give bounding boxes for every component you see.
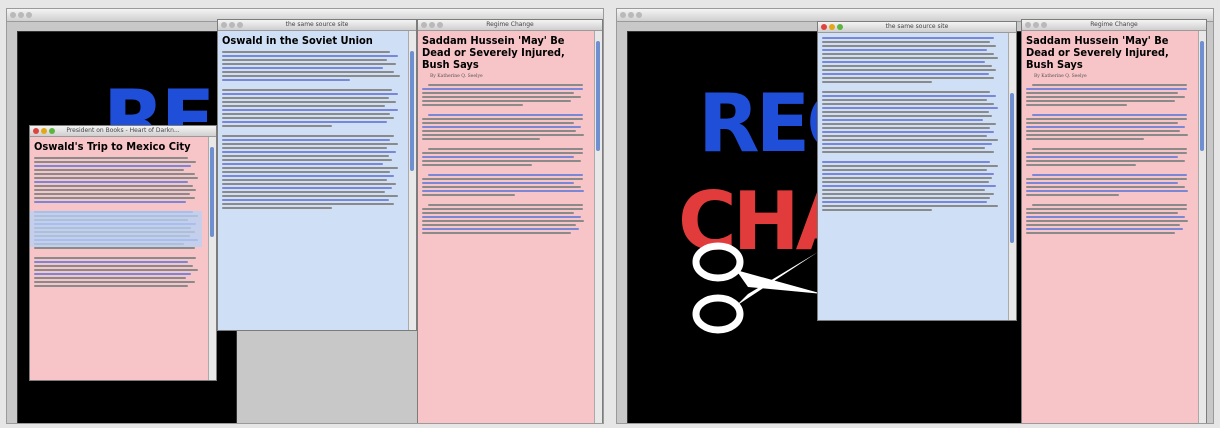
window-title: President on Books - Heart of Darkn... [66, 127, 180, 134]
scissors-icon [692, 242, 823, 334]
window-titlebar: Regime Change [1022, 20, 1206, 31]
article-body [222, 51, 405, 209]
close-button[interactable] [620, 12, 626, 18]
selection-highlight [30, 211, 202, 247]
right-screenshot-panel: REG CHA the same source site Regime Chan… [616, 8, 1214, 424]
window-titlebar: the same source site [818, 22, 1016, 33]
scrollbar-thumb[interactable] [596, 41, 600, 151]
article-byline: By Katherine Q. Seelye [430, 74, 483, 79]
window-titlebar: Regime Change [418, 20, 602, 31]
minimize-button[interactable] [18, 12, 24, 18]
article-content: Saddam Hussein 'May' Be Dead or Severely… [418, 31, 595, 423]
article-body [1026, 84, 1195, 234]
window-title: the same source site [285, 21, 349, 28]
vertical-scrollbar[interactable] [594, 31, 602, 423]
window-title: the same source site [885, 23, 949, 30]
soviet-union-window[interactable]: the same source site Oswald in the Sovie… [217, 19, 417, 331]
vertical-scrollbar[interactable] [1198, 31, 1206, 423]
window-titlebar: the same source site [218, 20, 416, 31]
article-content: Oswald's Trip to Mexico City [30, 137, 209, 380]
minimize-button[interactable] [628, 12, 634, 18]
vertical-scrollbar[interactable] [1008, 33, 1016, 320]
scrollbar-thumb[interactable] [1010, 93, 1014, 243]
regime-change-window[interactable]: Regime Change Saddam Hussein 'May' Be De… [1021, 19, 1207, 423]
article-body [822, 37, 1005, 211]
left-screenshot-panel: RE the same source site Oswald in the So… [6, 8, 604, 424]
article-content: Saddam Hussein 'May' Be Dead or Severely… [1022, 31, 1199, 423]
scrollbar-thumb[interactable] [410, 51, 414, 171]
vertical-scrollbar[interactable] [208, 137, 216, 380]
article-byline: By Katherine Q. Seelye [1034, 74, 1087, 79]
close-button[interactable] [10, 12, 16, 18]
vertical-scrollbar[interactable] [408, 31, 416, 330]
regime-change-window[interactable]: Regime Change Saddam Hussein 'May' Be De… [417, 19, 603, 423]
zoom-button[interactable] [636, 12, 642, 18]
article-content [818, 33, 1009, 320]
article-headline: Oswald in the Soviet Union [222, 34, 373, 47]
scrollbar-thumb[interactable] [1200, 41, 1204, 151]
window-title: Regime Change [486, 21, 534, 28]
scrollbar-thumb[interactable] [210, 147, 214, 237]
article-headline: Saddam Hussein 'May' Be Dead or Severely… [1026, 34, 1169, 71]
article-body [422, 84, 591, 234]
soviet-union-window[interactable]: the same source site [817, 21, 1017, 321]
window-title: Regime Change [1090, 21, 1138, 28]
article-content: Oswald in the Soviet Union [218, 31, 409, 330]
zoom-button[interactable] [26, 12, 32, 18]
article-headline: Saddam Hussein 'May' Be Dead or Severely… [422, 34, 565, 71]
mexico-city-window[interactable]: President on Books - Heart of Darkn... O… [29, 125, 217, 381]
article-headline: Oswald's Trip to Mexico City [34, 140, 191, 153]
window-titlebar: President on Books - Heart of Darkn... [30, 126, 216, 137]
